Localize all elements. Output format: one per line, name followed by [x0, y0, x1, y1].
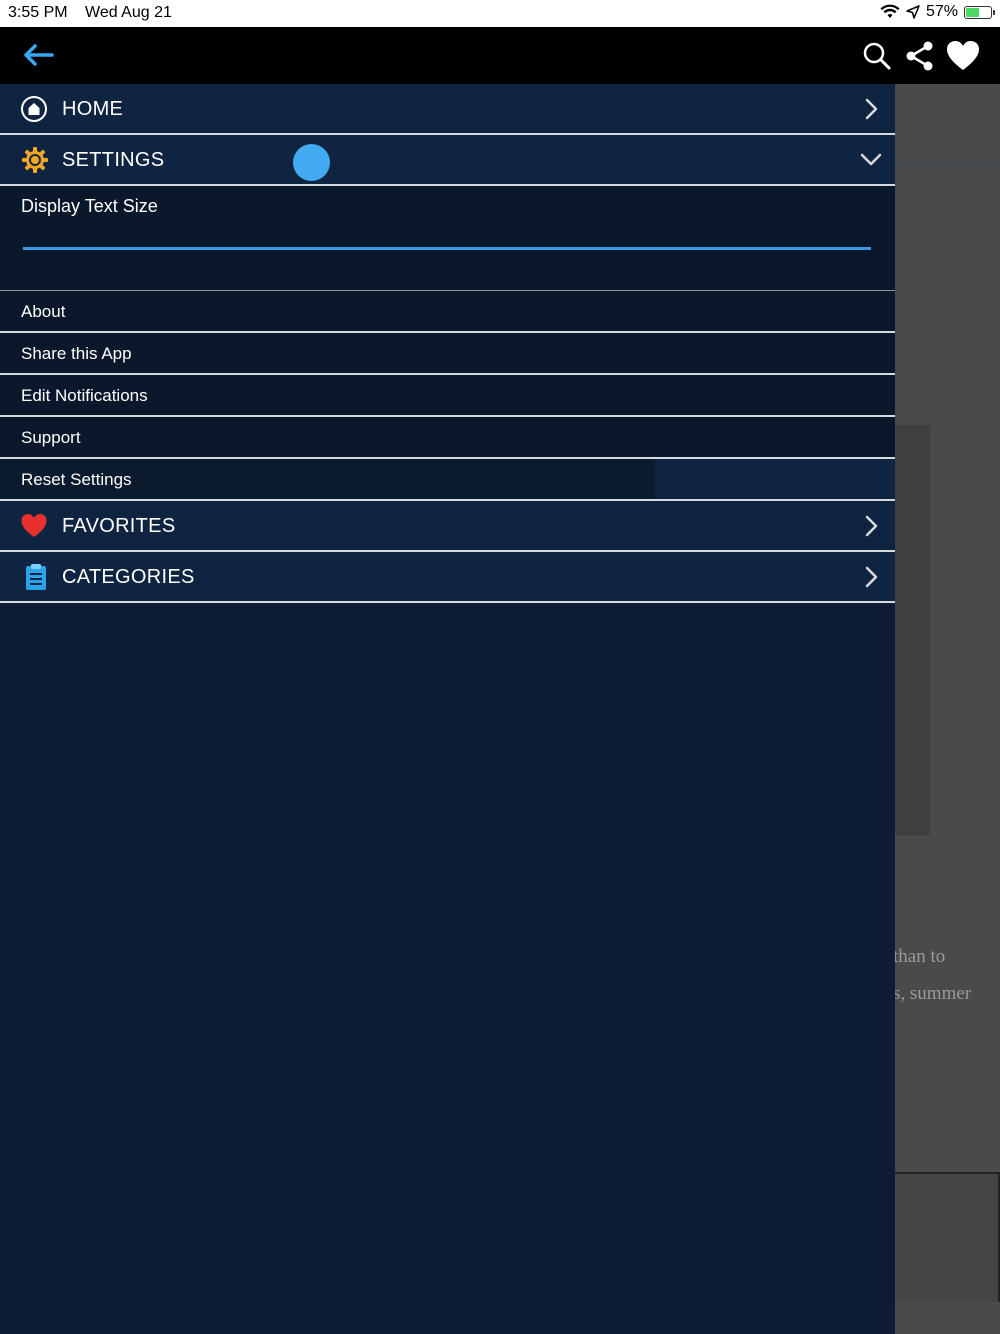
battery-level: [966, 7, 979, 17]
location-arrow-icon: [906, 5, 920, 19]
home-icon: [21, 96, 47, 122]
heart-icon[interactable]: [945, 39, 981, 73]
background-panel: [895, 1172, 1000, 1302]
menu-item-settings[interactable]: SETTINGS: [0, 135, 895, 186]
battery-percent: 57%: [925, 3, 958, 20]
chevron-right-icon: [865, 566, 878, 588]
settings-item-label: Share this App: [21, 344, 132, 363]
status-indicators: 57%: [880, 3, 995, 21]
text-size-label: Display Text Size: [21, 196, 158, 216]
settings-item-support[interactable]: Support: [0, 417, 895, 459]
menu-item-categories[interactable]: CATEGORIES: [0, 552, 895, 603]
settings-item-label: About: [21, 302, 66, 321]
search-icon[interactable]: [860, 39, 894, 73]
status-date: Wed Aug 21: [85, 4, 172, 21]
text-size-panel: Display Text Size: [0, 186, 895, 291]
side-drawer-menu: HOME SETTINGS Display Text Size About Sh…: [0, 84, 895, 1334]
wifi-icon: [880, 4, 900, 18]
background-text-1: than to: [893, 946, 946, 967]
settings-item-about[interactable]: About: [0, 291, 895, 333]
text-size-slider[interactable]: [23, 247, 871, 250]
heart-icon: [21, 514, 47, 537]
menu-item-favorites[interactable]: FAVORITES: [0, 501, 895, 552]
background-image: [895, 425, 930, 835]
menu-item-label: FAVORITES: [62, 515, 176, 537]
menu-item-home[interactable]: HOME: [0, 84, 895, 135]
clipboard-icon: [26, 564, 46, 590]
chevron-right-icon: [865, 98, 878, 120]
menu-item-label: HOME: [62, 98, 124, 120]
settings-item-label: Edit Notifications: [21, 386, 148, 405]
status-bar: 3:55 PM Wed Aug 21 57%: [0, 0, 1000, 27]
settings-item-share-app[interactable]: Share this App: [0, 333, 895, 375]
arrow-left-icon[interactable]: [18, 39, 58, 71]
menu-item-label: CATEGORIES: [62, 566, 195, 588]
menu-item-label: SETTINGS: [62, 149, 165, 171]
battery-icon: [964, 5, 995, 19]
settings-item-label: Reset Settings: [21, 470, 132, 489]
share-icon[interactable]: [903, 39, 937, 73]
status-time: 3:55 PM: [8, 4, 68, 21]
settings-item-reset-settings[interactable]: Reset Settings: [0, 459, 895, 501]
gear-icon: [22, 147, 48, 173]
settings-item-label: Support: [21, 428, 81, 447]
settings-item-edit-notifications[interactable]: Edit Notifications: [0, 375, 895, 417]
background-divider: [895, 164, 1000, 165]
background-text-2: s, summer: [893, 983, 972, 1004]
chevron-down-icon: [860, 153, 882, 166]
text-size-slider-thumb[interactable]: [293, 144, 330, 181]
top-navigation-bar: [0, 27, 1000, 84]
chevron-right-icon: [865, 515, 878, 537]
